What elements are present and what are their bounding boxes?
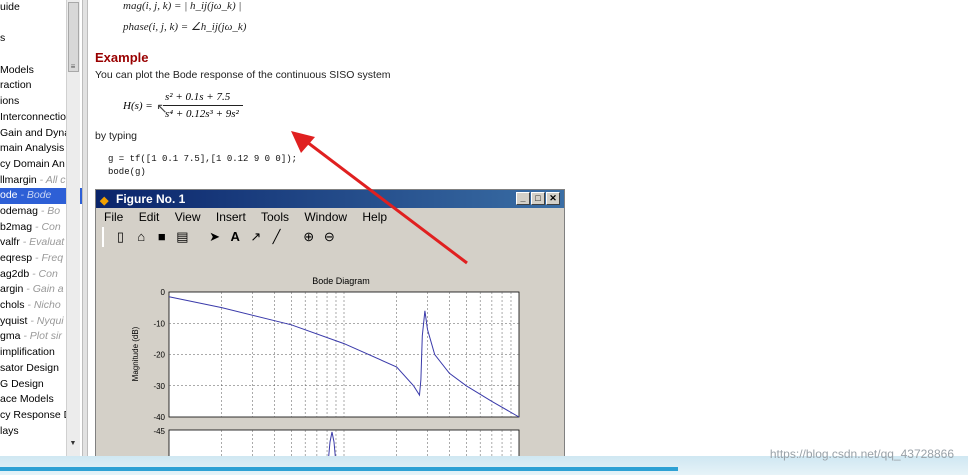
nav-item-label: cy Response D bbox=[0, 408, 72, 421]
nav-item-label: main Analysis bbox=[0, 142, 65, 155]
by-typing-text: by typing bbox=[95, 130, 138, 142]
y-tick-label: -20 bbox=[153, 351, 165, 360]
nav-item-label: sator Design bbox=[0, 361, 59, 374]
nav-item-description: - Evaluat bbox=[19, 236, 65, 249]
nav-item-label: lays bbox=[0, 424, 19, 437]
menu-view[interactable]: View bbox=[175, 210, 201, 224]
scroll-down-arrow-icon[interactable]: ▼ bbox=[67, 440, 79, 447]
tf-fraction-bar bbox=[163, 105, 243, 106]
pointer-icon[interactable]: ➤ bbox=[206, 227, 223, 247]
nav-item-description: - Con bbox=[29, 267, 58, 280]
nav-item-description: - Nyqui bbox=[27, 314, 64, 327]
y-axis-label: Magnitude (dB) bbox=[131, 326, 140, 381]
nav-item-label: cy Domain An bbox=[0, 157, 65, 170]
nav-item-description: - Gain a bbox=[23, 283, 64, 296]
arrow-icon[interactable]: ↗ bbox=[247, 227, 264, 247]
y-tick-label: -40 bbox=[153, 413, 165, 422]
matlab-logo-icon: ◆ bbox=[100, 195, 109, 207]
nav-item-label: valfr bbox=[0, 236, 20, 249]
chart-title: Bode Diagram bbox=[312, 276, 370, 286]
nav-scrollbar[interactable]: ≡ ▼ bbox=[66, 0, 80, 456]
watermark-text: https://blog.csdn.net/qq_43728866 bbox=[769, 447, 954, 461]
tf-numerator: s² + 0.1s + 7.5 bbox=[165, 91, 231, 103]
transfer-function-equation: H(s) = s² + 0.1s + 7.5 s⁴ + 0.12s³ + 9s² bbox=[123, 90, 283, 126]
nav-item-label: Interconnection bbox=[0, 110, 72, 123]
code-line-tf: g = tf([1 0.1 7.5],[1 0.12 9 0 0]); bbox=[108, 154, 298, 164]
line-icon[interactable]: ╱ bbox=[268, 227, 285, 247]
nav-item-label: uide bbox=[0, 1, 20, 13]
menu-insert[interactable]: Insert bbox=[216, 210, 246, 224]
close-button[interactable]: ✕ bbox=[546, 192, 560, 205]
minimize-button[interactable]: _ bbox=[516, 192, 530, 205]
tf-denominator: s⁴ + 0.12s³ + 9s² bbox=[165, 108, 239, 120]
nav-item-description: - Nicho bbox=[24, 299, 61, 312]
equation-phase: phase(i, j, k) = ∠h_ij(jω_k) bbox=[123, 21, 247, 33]
nav-item-description: - Bo bbox=[37, 204, 61, 217]
arrow-shaft bbox=[302, 137, 468, 265]
maximize-button[interactable]: □ bbox=[531, 192, 545, 205]
open-folder-icon[interactable]: ⌂ bbox=[133, 227, 150, 247]
video-progress-bar[interactable] bbox=[0, 467, 678, 471]
arrow-head bbox=[291, 131, 315, 153]
print-icon[interactable]: ▤ bbox=[174, 227, 191, 247]
nav-item-label: argin bbox=[0, 283, 24, 296]
annotation-arrow bbox=[291, 131, 468, 265]
nav-item-description: - Bode bbox=[17, 189, 52, 202]
example-heading: Example bbox=[95, 50, 149, 65]
nav-item-label: implification bbox=[0, 346, 55, 359]
nav-item-label: ions bbox=[0, 95, 20, 108]
bode-plot: Bode Diagram 0 -10 -20 -30 -40 Magnitude (dB… bbox=[96, 250, 564, 464]
tf-lhs: H(s) = bbox=[123, 100, 153, 112]
figure-title: Figure No. 1 bbox=[116, 192, 186, 206]
nav-item-label: raction bbox=[0, 79, 32, 92]
save-icon[interactable]: ■ bbox=[153, 227, 170, 247]
phase-tick-label: -45 bbox=[153, 427, 165, 436]
equation-magnitude: mag(i, j, k) = | h_ij(jω_k) | bbox=[123, 0, 242, 12]
pane-divider[interactable] bbox=[82, 0, 88, 456]
nav-item-label: b2mag bbox=[0, 220, 33, 233]
nav-item-description: - All c bbox=[36, 173, 66, 186]
nav-item-label: gma bbox=[0, 330, 21, 343]
nav-item-label: Gain and Dyna bbox=[0, 126, 71, 139]
nav-item-label: ag2db bbox=[0, 267, 30, 280]
nav-item-label: Models bbox=[0, 63, 34, 76]
new-file-icon[interactable]: ▯ bbox=[112, 227, 129, 247]
mouse-cursor-icon: ↖ bbox=[156, 100, 168, 116]
nav-item-label: odemag bbox=[0, 204, 38, 217]
code-line-bode: bode(g) bbox=[108, 167, 146, 177]
menu-file[interactable]: File bbox=[104, 210, 123, 224]
nav-item-description: - Con bbox=[32, 220, 61, 233]
y-tick-label: 0 bbox=[161, 288, 166, 297]
example-description: You can plot the Bode response of the co… bbox=[95, 69, 391, 81]
nav-item-description: - Plot sir bbox=[20, 330, 62, 343]
nav-item-label: s bbox=[0, 32, 6, 45]
scroll-grip-icon: ≡ bbox=[70, 62, 76, 71]
y-tick-label: -30 bbox=[153, 382, 165, 391]
text-icon[interactable]: A bbox=[227, 227, 244, 247]
nav-item-label: G Design bbox=[0, 377, 44, 390]
y-tick-label: -10 bbox=[153, 319, 165, 328]
nav-item-label: ace Models bbox=[0, 393, 54, 406]
nav-item-label: llmargin bbox=[0, 173, 37, 186]
menu-edit[interactable]: Edit bbox=[139, 210, 160, 224]
nav-item-label: yquist bbox=[0, 314, 28, 327]
help-navigation-tree: uide s Models raction ions Interconnection Gai… bbox=[0, 0, 82, 456]
nav-item-label: ode bbox=[0, 189, 18, 202]
nav-item-description: - Freq bbox=[32, 252, 64, 264]
nav-item-label: eqresp bbox=[0, 252, 33, 264]
nav-item-label: chols bbox=[0, 299, 25, 312]
